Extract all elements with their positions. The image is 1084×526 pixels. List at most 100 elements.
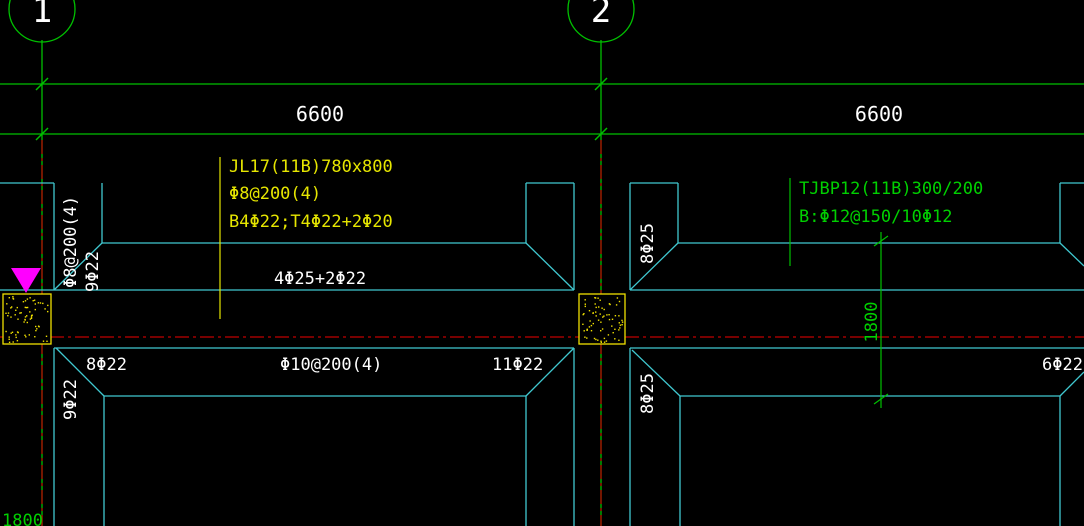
column-speckle bbox=[619, 327, 621, 329]
column-speckle bbox=[601, 307, 603, 309]
column-speckle bbox=[614, 338, 616, 340]
dimension-span-right: 6600 bbox=[855, 102, 903, 126]
column-speckle bbox=[34, 336, 36, 338]
column-speckle bbox=[597, 297, 599, 299]
column-speckle bbox=[25, 306, 28, 309]
column-speckle bbox=[14, 314, 16, 316]
column-speckle bbox=[602, 316, 604, 318]
rebar-bottom-right: 11Φ22 bbox=[492, 355, 543, 375]
stirrup-vertical-label: Φ8@200(4) bbox=[61, 196, 81, 288]
column-speckle bbox=[22, 301, 25, 303]
column-1[interactable] bbox=[2, 293, 52, 345]
column-2[interactable] bbox=[578, 293, 626, 345]
column-speckle bbox=[11, 306, 13, 308]
column-speckle bbox=[621, 321, 624, 323]
rebar-far-right: 6Φ22 bbox=[1042, 355, 1083, 375]
column-speckle bbox=[8, 336, 10, 338]
rebar-left-lower-vertical: 9Φ22 bbox=[61, 379, 81, 420]
column-speckle bbox=[6, 303, 8, 305]
beam-bottom-top-label: B4Φ22;T4Φ22+2Φ20 bbox=[229, 212, 393, 232]
column-speckle bbox=[605, 340, 608, 342]
column-speckle bbox=[599, 313, 601, 315]
column-speckle bbox=[588, 310, 591, 312]
column-speckle bbox=[16, 331, 19, 333]
column-speckle bbox=[583, 330, 585, 332]
column-speckle bbox=[47, 310, 49, 313]
column-speckle bbox=[26, 315, 28, 317]
column-speckle bbox=[10, 316, 12, 318]
column-speckle bbox=[594, 297, 597, 299]
column-speckle bbox=[588, 326, 591, 328]
column-speckle bbox=[39, 302, 42, 304]
column-speckle bbox=[34, 308, 36, 311]
column-speckle bbox=[590, 330, 593, 332]
column-speckle bbox=[609, 303, 611, 306]
column-speckle bbox=[24, 316, 27, 318]
column-speckle bbox=[26, 306, 29, 309]
dimension-bottom-left-label: 1800 bbox=[2, 511, 43, 526]
column-speckle bbox=[31, 314, 33, 316]
column-speckle bbox=[611, 325, 613, 327]
column-speckle bbox=[619, 324, 622, 326]
column-speckle bbox=[30, 317, 33, 319]
column-speckle bbox=[597, 339, 599, 341]
column-speckle bbox=[586, 337, 588, 339]
column-speckle bbox=[598, 306, 600, 308]
column-speckle bbox=[33, 299, 36, 301]
column-speckle bbox=[34, 303, 36, 305]
column-speckle bbox=[32, 300, 34, 302]
column-speckle bbox=[601, 328, 604, 330]
rebar-mid-lower-vertical: 8Φ25 bbox=[638, 373, 658, 414]
column-speckle bbox=[8, 341, 11, 343]
cad-drawing-canvas: 1 2 6600 6600 JL17(11B)780x800 Φ8@200(4)… bbox=[0, 0, 1084, 526]
column-speckle bbox=[608, 318, 611, 321]
slab-name-label: TJBP12(11B)300/200 bbox=[799, 179, 983, 199]
column-speckle bbox=[11, 331, 14, 333]
column-speckle bbox=[621, 324, 623, 326]
column-speckle bbox=[612, 332, 614, 334]
axis-bubble-2[interactable]: 2 bbox=[567, 0, 635, 43]
beam-side-top-label: 4Φ25+2Φ22 bbox=[274, 269, 366, 289]
column-speckle bbox=[24, 334, 26, 336]
column-speckle bbox=[586, 328, 588, 330]
column-speckle bbox=[7, 312, 10, 314]
column-speckle bbox=[12, 296, 14, 298]
column-speckle bbox=[600, 321, 602, 323]
column-speckle bbox=[47, 304, 49, 307]
column-speckle bbox=[24, 318, 26, 321]
column-speckle bbox=[12, 341, 14, 343]
column-speckle bbox=[603, 337, 606, 340]
column-speckle bbox=[614, 328, 616, 330]
column-speckle bbox=[584, 305, 586, 308]
column-speckle bbox=[608, 314, 610, 316]
dimension-span-left: 6600 bbox=[296, 102, 344, 126]
column-speckle bbox=[15, 309, 17, 311]
column-speckle bbox=[582, 323, 584, 325]
column-speckle bbox=[30, 316, 33, 318]
column-speckle bbox=[618, 315, 620, 317]
column-speckle bbox=[26, 321, 28, 324]
column-speckle bbox=[595, 311, 597, 313]
column-speckle bbox=[621, 319, 623, 322]
column-speckle bbox=[37, 325, 40, 327]
column-speckle bbox=[618, 300, 621, 303]
beam-stirrup-label: Φ8@200(4) bbox=[229, 184, 321, 204]
column-speckle bbox=[28, 334, 30, 336]
column-speckle bbox=[599, 299, 601, 301]
slab-reinf-label: B:Φ12@150/10Φ12 bbox=[799, 207, 953, 227]
column-speckle bbox=[35, 329, 37, 332]
column-speckle bbox=[589, 320, 591, 322]
column-speckle bbox=[616, 297, 619, 299]
column-speckle bbox=[582, 313, 584, 316]
column-speckle bbox=[24, 300, 27, 302]
dimension-vertical-label: 1800 bbox=[862, 302, 882, 343]
axis-bubble-1[interactable]: 1 bbox=[8, 0, 76, 43]
column-speckle bbox=[584, 336, 586, 338]
column-speckle bbox=[20, 312, 22, 314]
axis-label-1: 1 bbox=[32, 0, 52, 31]
column-speckle bbox=[12, 297, 14, 300]
selection-marker-icon[interactable] bbox=[11, 268, 41, 293]
column-speckle bbox=[5, 312, 7, 314]
rebar-bottom-left: 8Φ22 bbox=[86, 355, 127, 375]
column-speckle bbox=[37, 302, 40, 304]
